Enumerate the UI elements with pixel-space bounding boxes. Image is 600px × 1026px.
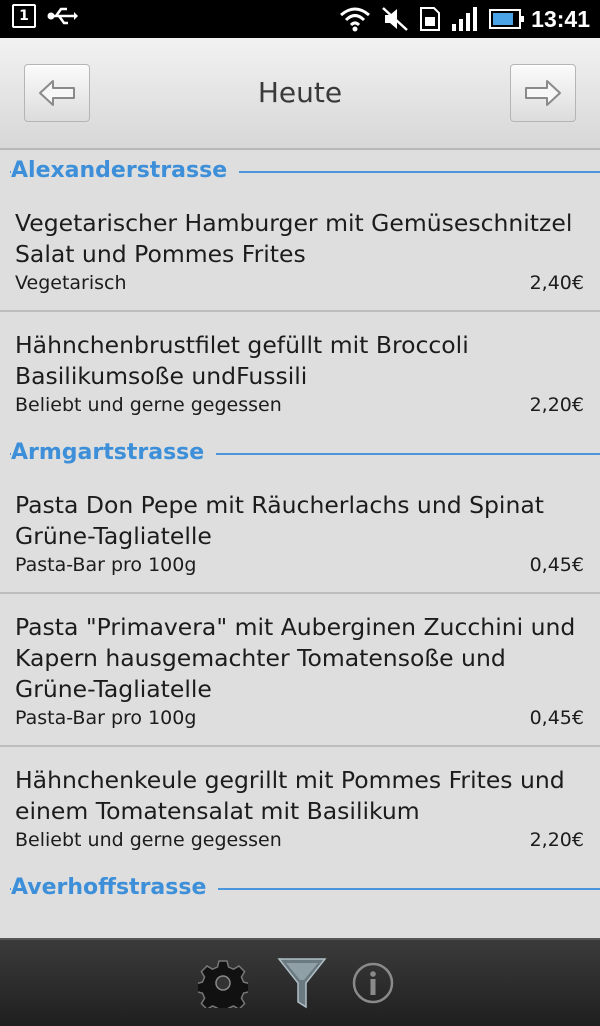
menu-item-price: 0,45€ (529, 554, 584, 576)
menu-item-title: Pasta "Primavera" mit Auberginen Zucchin… (15, 613, 576, 703)
calendar-icon: 1 (12, 4, 36, 28)
menu-item[interactable]: Hähnchenkeule gegrillt mit Pommes Frites… (0, 747, 600, 867)
menu-item-category: Pasta-Bar pro 100g (15, 707, 197, 729)
menu-item-category: Vegetarisch (15, 272, 127, 294)
menu-item-category: Beliebt und gerne gegessen (15, 829, 282, 851)
menu-item[interactable]: Vegetarischer Hamburger mit Gemüseschnit… (0, 190, 600, 312)
signal-icon (452, 7, 478, 31)
menu-item-price: 2,40€ (529, 272, 584, 294)
settings-gear-icon[interactable] (196, 956, 250, 1010)
section-header: Alexanderstrasse (0, 150, 600, 190)
menu-item-title: Hähnchenkeule gegrillt mit Pommes Frites… (15, 766, 565, 825)
calendar-day: 1 (19, 8, 29, 24)
filter-funnel-icon[interactable] (275, 956, 329, 1010)
info-icon[interactable] (346, 956, 400, 1010)
status-bar: 1 13:41 (0, 0, 600, 38)
usb-icon (47, 7, 78, 25)
bottom-toolbar (0, 938, 600, 1026)
menu-item-category: Beliebt und gerne gegessen (15, 394, 282, 416)
battery-icon (489, 9, 525, 29)
clock: 13:41 (531, 5, 590, 32)
menu-item[interactable]: Pasta "Primavera" mit Auberginen Zucchin… (0, 594, 600, 747)
header: Heute (0, 38, 600, 150)
menu-item-price: 0,45€ (529, 707, 584, 729)
menu-item[interactable]: Hähnchenbrustfilet gefüllt mit Broccoli … (0, 312, 600, 432)
arrow-right-icon (525, 80, 561, 106)
section-header: Averhoffstrasse (0, 867, 600, 907)
muted-icon (382, 7, 409, 31)
menu-item-title: Vegetarischer Hamburger mit Gemüseschnit… (15, 209, 573, 268)
section-header: Armgartstrasse (0, 432, 600, 472)
wifi-icon (340, 7, 371, 32)
section-title: Averhoffstrasse (11, 875, 219, 900)
menu-item-price: 2,20€ (529, 829, 584, 851)
section-title: Alexanderstrasse (11, 158, 240, 183)
section-title: Armgartstrasse (11, 440, 217, 465)
menu-item[interactable]: Pasta Don Pepe mit Räucherlachs und Spin… (0, 472, 600, 594)
sim-icon (420, 7, 441, 31)
menu-list[interactable]: Alexanderstrasse Vegetarischer Hamburger… (0, 150, 600, 938)
menu-item-title: Hähnchenbrustfilet gefüllt mit Broccoli … (15, 331, 469, 390)
menu-item-price: 2,20€ (529, 394, 584, 416)
menu-item-title: Pasta Don Pepe mit Räucherlachs und Spin… (15, 491, 544, 550)
menu-item-category: Pasta-Bar pro 100g (15, 554, 197, 576)
next-day-button[interactable] (510, 64, 576, 122)
